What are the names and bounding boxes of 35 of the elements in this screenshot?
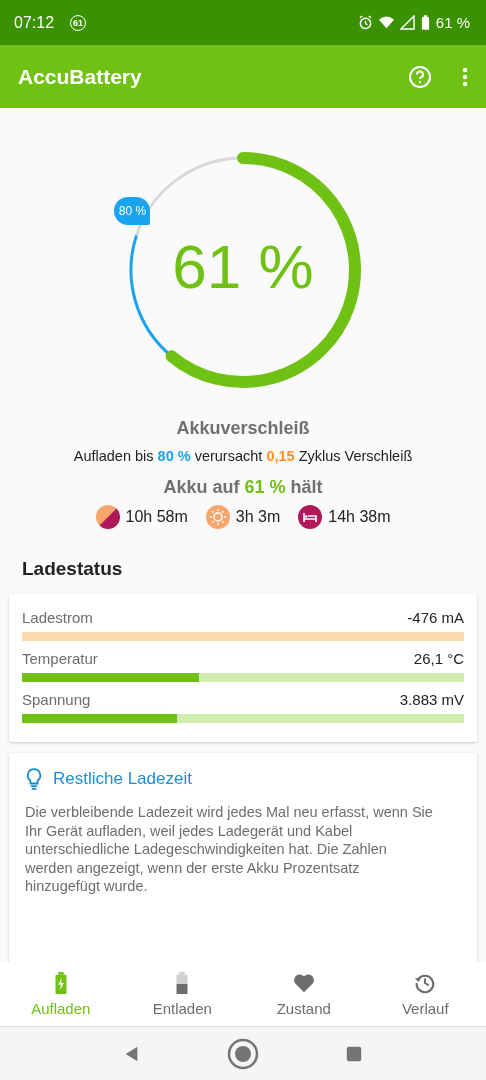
sun-icon <box>205 505 230 529</box>
metric-label: Ladestrom <box>22 609 93 626</box>
wear-title: Akkuverschleiß <box>176 418 310 439</box>
lightbulb-icon <box>25 767 43 791</box>
time-estimate: 3h 3m <box>235 508 281 526</box>
home-icon[interactable] <box>227 1037 259 1070</box>
battery-percentage: 61 % <box>435 14 470 31</box>
time-estimate: 10h 58m <box>125 508 188 526</box>
mixed-usage-icon <box>95 505 120 529</box>
wear-sentence: Aufladen bis 80 % verursacht 0,15 Zyklus Verschleiß <box>73 448 413 464</box>
charge-percentage: 61 % <box>172 236 314 298</box>
heart-icon <box>292 971 315 994</box>
info-title: Restliche Ladezeit <box>53 769 192 789</box>
metric-value: 26,1 °C <box>413 650 464 667</box>
bed-icon <box>298 505 323 529</box>
nav-tab[interactable]: Zustand <box>243 962 365 1026</box>
app-title: AccuBattery <box>18 64 142 89</box>
metric-label: Spannung <box>22 691 91 708</box>
section-title: Ladestatus <box>22 558 124 580</box>
info-text: Die verbleibende Ladezeit wird jedes Mal neu erfasst, wenn Sie Ihr Gerät aufladen, weil jedes Ladegerät und Kabel unterschiedliche Ladegeschwindigkeiten hat. Die Zahlen werden angezeigt, wenn der erste Akku Prozentsatz hinzugefügt wurde. <box>25 803 433 896</box>
nav-tab[interactable]: Verlauf <box>364 962 486 1026</box>
hold-heading: Akku auf 61 % hält <box>163 477 323 498</box>
target-marker[interactable]: 80 % <box>114 197 151 226</box>
signal-icon <box>399 15 415 30</box>
help-icon[interactable] <box>408 64 432 89</box>
nav-tab[interactable]: Entladen <box>121 962 243 1026</box>
metric-value: 3.883 mV <box>399 691 464 708</box>
metric-value: -476 mA <box>407 609 464 626</box>
clock: 07:12 <box>14 13 55 32</box>
metric-label: Temperatur <box>22 650 98 667</box>
wifi-icon <box>378 15 394 30</box>
battery-icon <box>420 15 430 30</box>
alarm-icon <box>357 15 373 30</box>
recents-icon[interactable] <box>345 1044 363 1063</box>
time-estimate: 14h 38m <box>328 508 391 526</box>
